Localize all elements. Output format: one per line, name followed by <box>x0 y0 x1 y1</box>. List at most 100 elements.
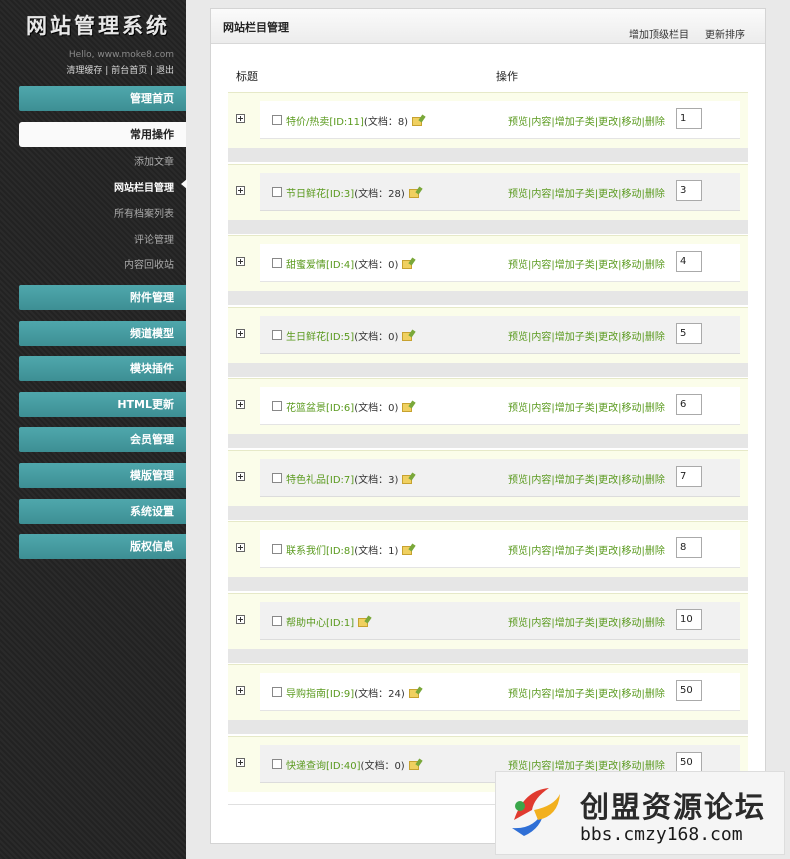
move-link[interactable]: 移动 <box>622 332 642 343</box>
preview-link[interactable]: 预览 <box>508 618 528 629</box>
preview-link[interactable]: 预览 <box>508 689 528 700</box>
clear-cache-link[interactable]: 清理缓存 <box>66 66 102 76</box>
sort-order-input[interactable] <box>676 180 702 201</box>
row-checkbox[interactable] <box>272 187 282 197</box>
row-checkbox[interactable] <box>272 258 282 268</box>
preview-link[interactable]: 预览 <box>508 403 528 414</box>
expand-icon[interactable] <box>236 400 245 409</box>
category-name-link[interactable]: 生日鲜花[ID:5] <box>286 332 354 343</box>
content-link[interactable]: 内容 <box>531 117 551 128</box>
edit-link[interactable]: 更改 <box>598 618 618 629</box>
preview-link[interactable]: 预览 <box>508 475 528 486</box>
delete-link[interactable]: 删除 <box>645 117 665 128</box>
delete-link[interactable]: 删除 <box>645 332 665 343</box>
edit-icon[interactable] <box>402 475 413 484</box>
expand-icon[interactable] <box>236 686 245 695</box>
edit-icon[interactable] <box>402 332 413 341</box>
delete-link[interactable]: 删除 <box>645 689 665 700</box>
row-checkbox[interactable] <box>272 330 282 340</box>
edit-icon[interactable] <box>408 689 419 698</box>
add-top-column-link[interactable]: 增加顶级栏目 <box>629 26 689 41</box>
sort-order-input[interactable] <box>676 609 702 630</box>
nav-plugins[interactable]: 模块插件 <box>19 356 186 381</box>
category-name-link[interactable]: 花篮盆景[ID:6] <box>286 403 354 414</box>
row-checkbox[interactable] <box>272 687 282 697</box>
add-child-link[interactable]: 增加子类 <box>555 260 595 271</box>
sort-order-input[interactable] <box>676 752 702 773</box>
sort-order-input[interactable] <box>676 466 702 487</box>
edit-link[interactable]: 更改 <box>598 260 618 271</box>
delete-link[interactable]: 删除 <box>645 260 665 271</box>
nav-copyright[interactable]: 版权信息 <box>19 534 186 559</box>
add-child-link[interactable]: 增加子类 <box>555 403 595 414</box>
edit-icon[interactable] <box>412 117 423 126</box>
move-link[interactable]: 移动 <box>622 689 642 700</box>
expand-icon[interactable] <box>236 543 245 552</box>
content-link[interactable]: 内容 <box>531 689 551 700</box>
expand-icon[interactable] <box>236 472 245 481</box>
category-name-link[interactable]: 特色礼品[ID:7] <box>286 475 354 486</box>
sort-order-input[interactable] <box>676 394 702 415</box>
edit-icon[interactable] <box>358 618 369 627</box>
move-link[interactable]: 移动 <box>622 260 642 271</box>
delete-link[interactable]: 删除 <box>645 475 665 486</box>
edit-link[interactable]: 更改 <box>598 189 618 200</box>
move-link[interactable]: 移动 <box>622 189 642 200</box>
delete-link[interactable]: 删除 <box>645 189 665 200</box>
add-child-link[interactable]: 增加子类 <box>555 117 595 128</box>
edit-icon[interactable] <box>402 260 413 269</box>
category-name-link[interactable]: 快递查询[ID:40] <box>286 761 361 772</box>
nav-templates[interactable]: 模版管理 <box>19 463 186 488</box>
content-link[interactable]: 内容 <box>531 546 551 557</box>
move-link[interactable]: 移动 <box>622 618 642 629</box>
move-link[interactable]: 移动 <box>622 117 642 128</box>
preview-link[interactable]: 预览 <box>508 546 528 557</box>
edit-link[interactable]: 更改 <box>598 403 618 414</box>
edit-link[interactable]: 更改 <box>598 475 618 486</box>
nav-html-update[interactable]: HTML更新 <box>19 392 186 417</box>
expand-icon[interactable] <box>236 114 245 123</box>
category-name-link[interactable]: 甜蜜爱情[ID:4] <box>286 260 354 271</box>
row-checkbox[interactable] <box>272 473 282 483</box>
edit-link[interactable]: 更改 <box>598 689 618 700</box>
expand-icon[interactable] <box>236 257 245 266</box>
move-link[interactable]: 移动 <box>622 403 642 414</box>
row-checkbox[interactable] <box>272 115 282 125</box>
expand-icon[interactable] <box>236 329 245 338</box>
preview-link[interactable]: 预览 <box>508 189 528 200</box>
edit-icon[interactable] <box>408 761 419 770</box>
sub-item-comments[interactable]: 评论管理 <box>24 231 174 246</box>
expand-icon[interactable] <box>236 758 245 767</box>
expand-icon[interactable] <box>236 615 245 624</box>
content-link[interactable]: 内容 <box>531 618 551 629</box>
edit-icon[interactable] <box>402 546 413 555</box>
add-child-link[interactable]: 增加子类 <box>555 189 595 200</box>
delete-link[interactable]: 删除 <box>645 403 665 414</box>
sub-item-column-manage[interactable]: 网站栏目管理 <box>24 179 174 194</box>
sort-order-input[interactable] <box>676 680 702 701</box>
row-checkbox[interactable] <box>272 616 282 626</box>
row-checkbox[interactable] <box>272 759 282 769</box>
preview-link[interactable]: 预览 <box>508 332 528 343</box>
edit-link[interactable]: 更改 <box>598 117 618 128</box>
logout-link[interactable]: 退出 <box>156 66 174 76</box>
category-name-link[interactable]: 节日鲜花[ID:3] <box>286 189 354 200</box>
sub-item-recycle[interactable]: 内容回收站 <box>24 256 174 271</box>
nav-home[interactable]: 管理首页 <box>19 86 186 111</box>
category-name-link[interactable]: 帮助中心[ID:1] <box>286 618 354 629</box>
content-link[interactable]: 内容 <box>531 332 551 343</box>
edit-link[interactable]: 更改 <box>598 546 618 557</box>
row-checkbox[interactable] <box>272 544 282 554</box>
edit-link[interactable]: 更改 <box>598 332 618 343</box>
add-child-link[interactable]: 增加子类 <box>555 689 595 700</box>
category-name-link[interactable]: 联系我们[ID:8] <box>286 546 354 557</box>
preview-link[interactable]: 预览 <box>508 117 528 128</box>
content-link[interactable]: 内容 <box>531 475 551 486</box>
content-link[interactable]: 内容 <box>531 189 551 200</box>
content-link[interactable]: 内容 <box>531 403 551 414</box>
sub-item-archive-list[interactable]: 所有档案列表 <box>24 205 174 220</box>
update-order-link[interactable]: 更新排序 <box>705 26 745 41</box>
expand-icon[interactable] <box>236 186 245 195</box>
delete-link[interactable]: 删除 <box>645 618 665 629</box>
move-link[interactable]: 移动 <box>622 546 642 557</box>
